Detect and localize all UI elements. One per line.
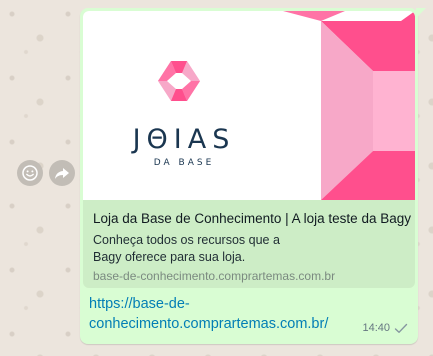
message-time: 14:40 [362, 322, 390, 334]
link-preview-title[interactable]: Loja da Base de Conhecimento | A loja te… [93, 211, 411, 226]
bubble-tail [416, 8, 426, 18]
logo-wordmark: JΘIAS [132, 124, 236, 155]
smiley-icon [22, 165, 38, 181]
joias-logo-mark [158, 61, 200, 101]
link-preview-card[interactable]: JΘIAS DA BASE Loja da Base de Conhecimen… [83, 11, 415, 288]
message-actions [17, 160, 75, 186]
link-preview-image[interactable]: JΘIAS DA BASE [83, 11, 415, 200]
message-meta: 14:40 [362, 322, 408, 334]
outgoing-message-bubble[interactable]: JΘIAS DA BASE Loja da Base de Conhecimen… [80, 8, 426, 344]
single-check-icon [394, 323, 408, 333]
logo-subtitle: DA BASE [153, 158, 215, 168]
preview-artwork [158, 11, 415, 200]
pink-cube-graphic [283, 11, 415, 200]
link-preview-domain: base-de-conhecimento.comprartemas.com.br [93, 269, 336, 283]
message-url-link[interactable]: https://base-de-conhecimento.comprartema… [89, 294, 349, 334]
emoji-reaction-button[interactable] [17, 160, 43, 186]
forward-button[interactable] [49, 160, 75, 186]
forward-arrow-icon [55, 168, 69, 179]
link-preview-description: Conheça todos os recursos que a Bagy ofe… [93, 233, 280, 264]
